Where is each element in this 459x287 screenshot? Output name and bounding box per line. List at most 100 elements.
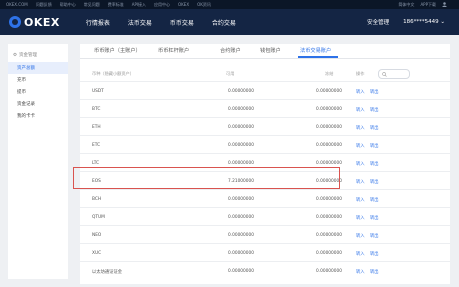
sidebar-item-withdraw[interactable]: 提币: [8, 86, 68, 98]
sidebar: ⚙ 资金管理 资产总额 充币 提币 资金记录 我的卡卡: [8, 44, 68, 279]
top-link[interactable]: 常见问题: [84, 2, 100, 8]
account-tabs: 币币账户（主账户） 币币杠杆账户 合约账户 钱包账户 法币交易账户: [80, 44, 450, 59]
transfer-in-link[interactable]: 转入: [356, 269, 365, 275]
sidebar-item-assets[interactable]: 资产总额: [8, 62, 68, 74]
transfer-in-link[interactable]: 转入: [356, 89, 365, 95]
user-icon[interactable]: [442, 1, 447, 8]
top-link[interactable]: OKEX: [178, 2, 189, 8]
highlight-box: [73, 167, 340, 189]
top-link[interactable]: OKEX.COM: [6, 2, 28, 8]
coin-name: ETC: [92, 143, 101, 148]
main-navigation: OKEX 行情报表 法币交易 币币交易 合约交易 安全管理 186****544…: [0, 9, 459, 35]
logo-icon: [9, 16, 21, 28]
available-value: 0.00000000: [228, 269, 254, 274]
table-header: 币种（隐藏小额资产） 可用 冻结 操作: [80, 69, 450, 79]
transfer-out-link[interactable]: 转出: [370, 251, 379, 257]
sidebar-title: ⚙ 资金管理: [13, 52, 68, 59]
coin-name: BCH: [92, 197, 102, 202]
nav-link-futures-trading[interactable]: 合约交易: [212, 18, 236, 27]
language-select[interactable]: 简体中文: [398, 2, 414, 8]
transfer-in-link[interactable]: 转入: [356, 143, 365, 149]
search-input[interactable]: [378, 69, 410, 79]
header-coin[interactable]: 币种（隐藏小额资产）: [92, 71, 134, 77]
frozen-value: 0.00000000: [316, 161, 342, 166]
transfer-in-link[interactable]: 转入: [356, 107, 365, 113]
frozen-value: 0.00000000: [316, 197, 342, 202]
coin-name: XUC: [92, 251, 102, 256]
tab-margin[interactable]: 币币杠杆账户: [158, 47, 189, 54]
table-row: XUC 0.00000000 0.00000000 转入 转出: [80, 243, 450, 262]
tab-spot-main[interactable]: 币币账户（主账户）: [94, 47, 141, 54]
available-value: 0.00000000: [228, 107, 254, 112]
frozen-value: 0.00000000: [316, 251, 342, 256]
top-link[interactable]: 应用中心: [154, 2, 170, 8]
nav-link-fiat-trading[interactable]: 法币交易: [128, 18, 152, 27]
transfer-out-link[interactable]: 转出: [370, 215, 379, 221]
transfer-out-link[interactable]: 转出: [370, 269, 379, 275]
table-row: QTUM 0.00000000 0.00000000 转入 转出: [80, 207, 450, 226]
sidebar-title-label: 资金管理: [19, 53, 38, 58]
table-row: USDT 0.00000000 0.00000000 转入 转出: [80, 81, 450, 100]
transfer-out-link[interactable]: 转出: [370, 89, 379, 95]
sidebar-item-records[interactable]: 资金记录: [8, 98, 68, 110]
transfer-out-link[interactable]: 转出: [370, 125, 379, 131]
account-menu[interactable]: 186****5449 ⌄: [403, 19, 445, 25]
security-management-link[interactable]: 安全管理: [367, 18, 389, 26]
transfer-out-link[interactable]: 转出: [370, 233, 379, 239]
available-value: 0.00000000: [228, 161, 254, 166]
sidebar-item-cards[interactable]: 我的卡卡: [8, 110, 68, 122]
transfer-in-link[interactable]: 转入: [356, 179, 365, 185]
transfer-in-link[interactable]: 转入: [356, 251, 365, 257]
coin-name: NEO: [92, 233, 102, 238]
transfer-out-link[interactable]: 转出: [370, 161, 379, 167]
available-value: 0.00000000: [228, 89, 254, 94]
header-frozen: 冻结: [325, 71, 334, 76]
transfer-out-link[interactable]: 转出: [370, 179, 379, 185]
coin-name: QTUM: [92, 215, 105, 220]
transfer-in-link[interactable]: 转入: [356, 161, 365, 167]
coin-name: 以太坊通证证金: [92, 270, 123, 275]
frozen-value: 0.00000000: [316, 107, 342, 112]
nav-link-spot-trading[interactable]: 币币交易: [170, 18, 194, 27]
header-action: 操作: [356, 71, 365, 76]
frozen-value: 0.00000000: [316, 143, 342, 148]
coin-name: USDT: [92, 89, 104, 94]
app-download-link[interactable]: APP下载: [420, 2, 436, 8]
main-content: 币币账户（主账户） 币币杠杆账户 合约账户 钱包账户 法币交易账户 币种（隐藏小…: [80, 44, 450, 284]
nav-link-markets[interactable]: 行情报表: [86, 18, 110, 27]
top-link[interactable]: 问题反馈: [36, 2, 52, 8]
okex-logo[interactable]: OKEX: [9, 16, 60, 29]
table-row: 以太坊通证证金 0.00000000 0.00000000 转入 转出: [80, 261, 450, 280]
transfer-out-link[interactable]: 转出: [370, 107, 379, 113]
sidebar-item-deposit[interactable]: 充币: [8, 74, 68, 86]
transfer-in-link[interactable]: 转入: [356, 215, 365, 221]
top-link[interactable]: API接入: [132, 2, 146, 8]
table-row: BTC 0.00000000 0.00000000 转入 转出: [80, 99, 450, 118]
gear-icon: ⚙: [13, 52, 18, 58]
coin-name: ETH: [92, 125, 101, 130]
transfer-in-link[interactable]: 转入: [356, 125, 365, 131]
top-link[interactable]: OK资讯: [197, 2, 211, 8]
table-row: BCH 0.00000000 0.00000000 转入 转出: [80, 189, 450, 208]
transfer-in-link[interactable]: 转入: [356, 233, 365, 239]
frozen-value: 0.00000000: [316, 215, 342, 220]
top-link[interactable]: 帮助中心: [60, 2, 76, 8]
tab-futures[interactable]: 合约账户: [220, 47, 241, 54]
transfer-out-link[interactable]: 转出: [370, 143, 379, 149]
search-icon: [382, 71, 387, 77]
transfer-out-link[interactable]: 转出: [370, 197, 379, 203]
account-name: 186****5449: [403, 19, 439, 25]
logo-text: OKEX: [24, 15, 60, 29]
transfer-in-link[interactable]: 转入: [356, 197, 365, 203]
tab-fiat[interactable]: 法币交易账户: [300, 47, 331, 54]
top-utility-bar: OKEX.COM 问题反馈 帮助中心 常见问题 费率标准 API接入 应用中心 …: [0, 0, 459, 9]
tab-wallet[interactable]: 钱包账户: [260, 47, 281, 54]
frozen-value: 0.00000000: [316, 233, 342, 238]
top-link[interactable]: 费率标准: [108, 2, 124, 8]
available-value: 0.00000000: [228, 197, 254, 202]
available-value: 0.00000000: [228, 233, 254, 238]
frozen-value: 0.00000000: [316, 89, 342, 94]
coin-name: BTC: [92, 107, 101, 112]
chevron-down-icon: ⌄: [440, 19, 445, 25]
table-row: ETC 0.00000000 0.00000000 转入 转出: [80, 135, 450, 154]
